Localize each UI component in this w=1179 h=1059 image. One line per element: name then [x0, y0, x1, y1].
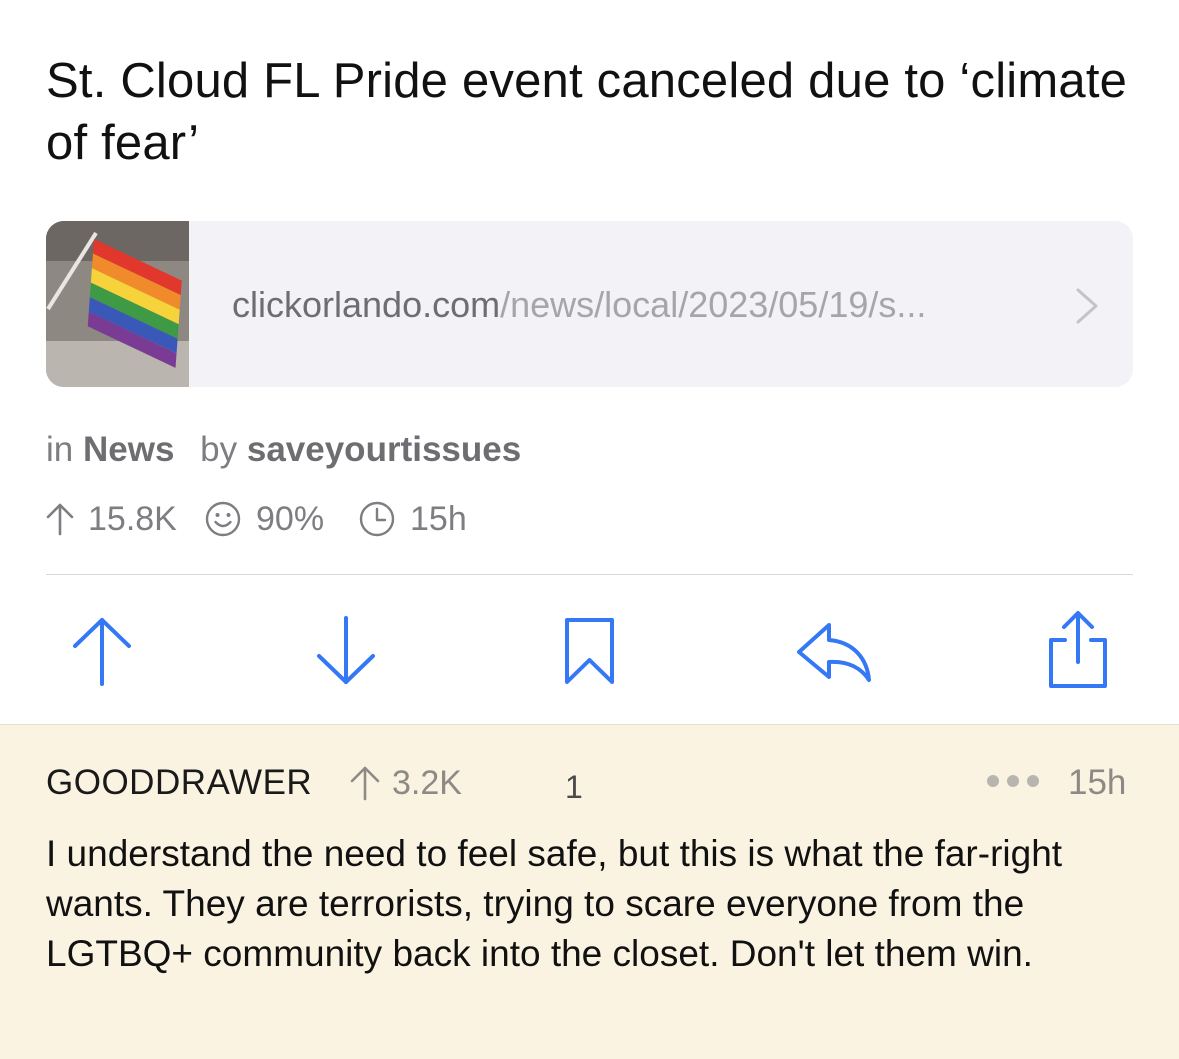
upvote-button[interactable] [57, 608, 147, 698]
score-stat: 15.8K [44, 497, 184, 541]
save-button[interactable] [545, 608, 635, 698]
author-link[interactable]: saveyourtissues [247, 430, 521, 469]
ratio-value: 90% [256, 500, 325, 538]
clock-icon [359, 501, 395, 537]
link-path: /news/local/2023/05/19/s... [500, 284, 927, 325]
divider [46, 574, 1133, 575]
arrow-up-icon [46, 503, 74, 536]
smiley-icon [205, 501, 241, 537]
pride-flag-image [46, 221, 189, 387]
link-url[interactable]: clickorlando.com/news/local/2023/05/19/s… [232, 283, 926, 327]
post-title: St. Cloud FL Pride event canceled due to… [46, 54, 1128, 170]
post-meta: in News by saveyourtissues [46, 428, 521, 472]
arrow-down-icon [317, 616, 375, 684]
share-icon [1049, 611, 1107, 688]
comment-score-value: 3.2K [392, 764, 462, 802]
comment[interactable]: GOODDRAWER 3.2K 1 15h I understand the n… [0, 724, 1179, 1059]
by-prefix: by [200, 430, 238, 469]
share-button[interactable] [1033, 608, 1123, 698]
comment-reply-count: 1 [565, 769, 583, 805]
link-domain: clickorlando.com [232, 284, 501, 325]
community-link[interactable]: News [83, 430, 174, 469]
bookmark-icon [565, 618, 614, 684]
comment-author[interactable]: GOODDRAWER [46, 761, 312, 805]
age-value: 15h [410, 500, 467, 538]
reply-arrow-icon [797, 623, 871, 682]
arrow-up-icon [73, 618, 131, 686]
downvote-button[interactable] [301, 608, 391, 698]
comment-body: I understand the need to feel safe, but … [46, 833, 1063, 974]
arrow-up-icon [350, 766, 380, 801]
post-header: St. Cloud FL Pride event canceled due to… [0, 0, 1179, 724]
more-options-icon[interactable] [985, 771, 1041, 791]
in-prefix: in [46, 430, 74, 469]
reply-button[interactable] [789, 608, 879, 698]
link-thumbnail [46, 221, 189, 387]
score-value: 15.8K [88, 500, 177, 538]
age-stat: 15h [358, 497, 478, 541]
ratio-stat: 90% [204, 497, 344, 541]
chevron-right-icon [1076, 288, 1098, 324]
comment-age: 15h [1068, 763, 1127, 802]
post-detail-screen: St. Cloud FL Pride event canceled due to… [0, 0, 1179, 1059]
